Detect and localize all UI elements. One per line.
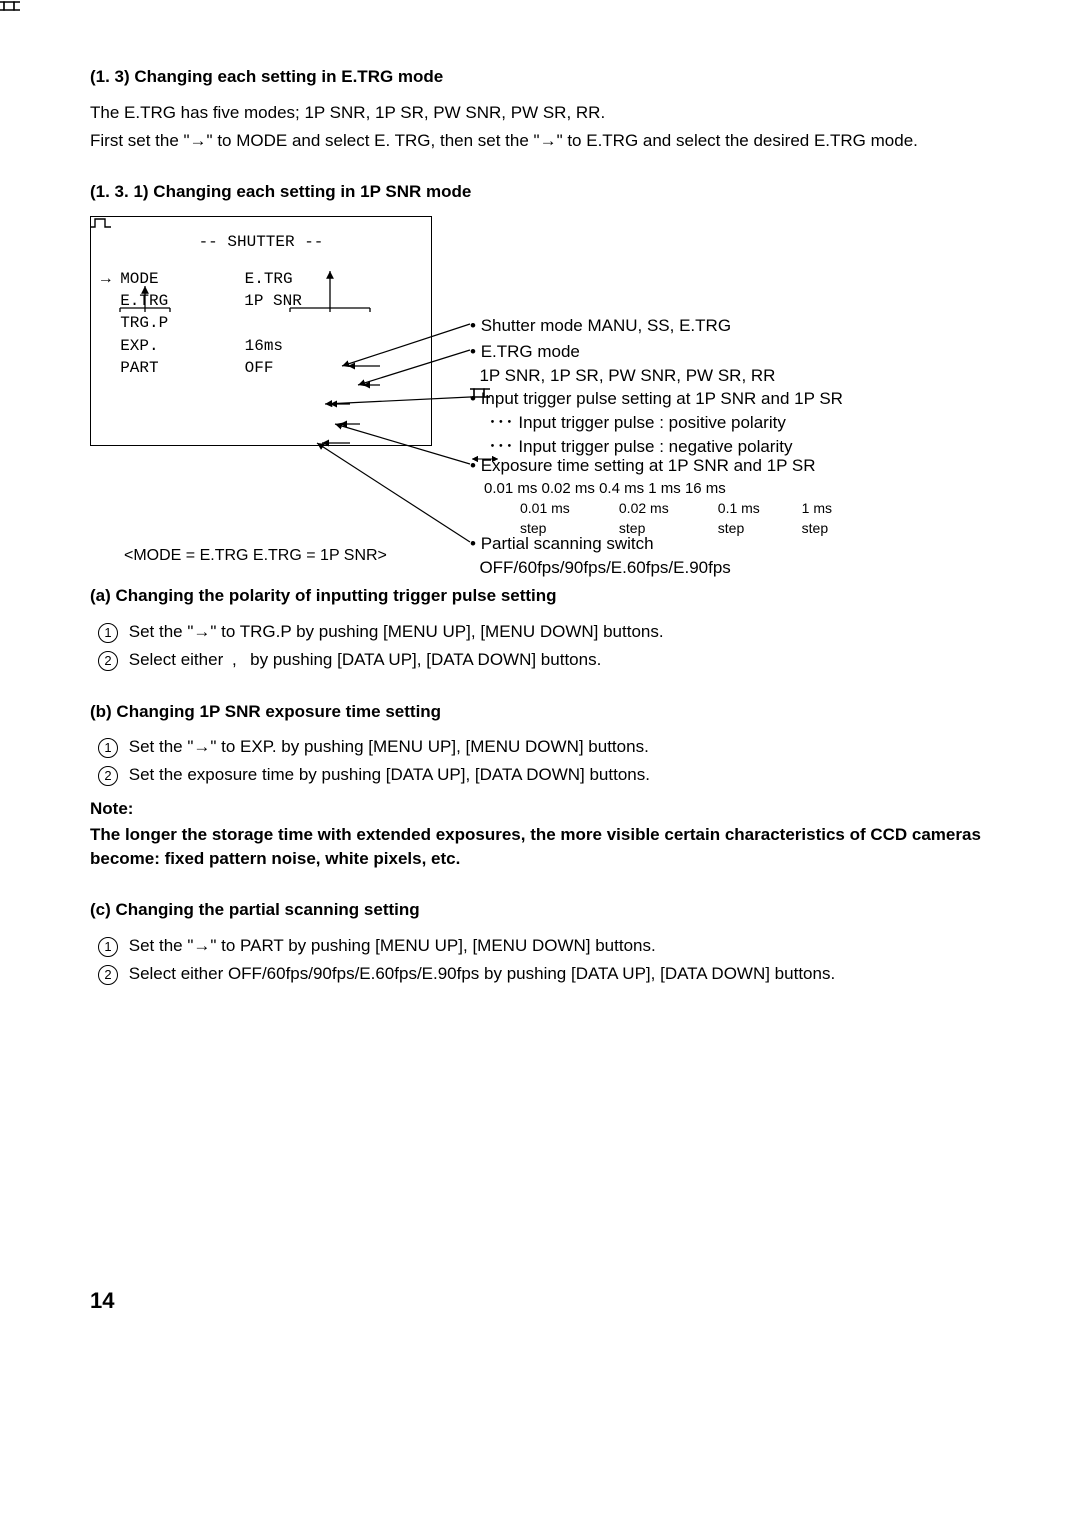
section-1-3-1: (1. 3. 1) Changing each setting in 1P SN… [90,180,990,556]
step-b-2-text: Set the exposure time by pushing [DATA U… [129,765,650,784]
circled-1-icon: 1 [98,738,118,758]
circled-2-icon: 2 [98,766,118,786]
step-b-1-text: Set the "→" to EXP. by pushing [MENU UP]… [129,737,649,756]
para-1-3-line1: The E.TRG has five modes; 1P SNR, 1P SR,… [90,101,990,125]
section-c: (c) Changing the partial scanning settin… [90,898,990,985]
section-1-3: (1. 3) Changing each setting in E.TRG mo… [90,65,990,152]
step-c-2-text: Select either OFF/60fps/90fps/E.60fps/E.… [129,964,835,983]
heading-b: (b) Changing 1P SNR exposure time settin… [90,700,990,724]
diagram-connectors [90,216,990,556]
circled-1-icon: 1 [98,623,118,643]
step-a-2-pre: Select either [129,650,224,669]
section-b: (b) Changing 1P SNR exposure time settin… [90,700,990,871]
circled-2-icon: 2 [98,651,118,671]
bullet-b5-sub: OFF/60fps/90fps/E.60fps/E.90fps [479,558,730,577]
step-b-1: 1 Set the "→" to EXP. by pushing [MENU U… [98,735,990,759]
circled-2-icon: 2 [98,965,118,985]
step-a-1-text: Set the "→" to TRG.P by pushing [MENU UP… [129,622,664,641]
note-body: The longer the storage time with extende… [90,823,990,871]
note-title: Note: [90,797,990,821]
circled-1-icon: 1 [98,937,118,957]
heading-1-3: (1. 3) Changing each setting in E.TRG mo… [90,65,990,89]
step-a-2: 2 Select either , by pushing [DATA UP], … [98,648,990,672]
heading-1-3-1: (1. 3. 1) Changing each setting in 1P SN… [90,180,990,204]
step-b-2: 2 Set the exposure time by pushing [DATA… [98,763,990,787]
step-a-2-post: by pushing [DATA UP], [DATA DOWN] button… [250,650,601,669]
para-1-3-line2: First set the "→" to MODE and select E. … [90,129,990,153]
heading-c: (c) Changing the partial scanning settin… [90,898,990,922]
heading-a: (a) Changing the polarity of inputting t… [90,584,990,608]
step-c-2: 2 Select either OFF/60fps/90fps/E.60fps/… [98,962,990,986]
step-c-1: 1 Set the "→" to PART by pushing [MENU U… [98,934,990,958]
diagram: Move up down By pushing MENU UP, DOWN Se… [90,216,990,556]
step-a-1: 1 Set the "→" to TRG.P by pushing [MENU … [98,620,990,644]
page-number: 14 [90,1286,990,1317]
section-a: (a) Changing the polarity of inputting t… [90,584,990,671]
step-c-1-text: Set the "→" to PART by pushing [MENU UP]… [129,936,656,955]
